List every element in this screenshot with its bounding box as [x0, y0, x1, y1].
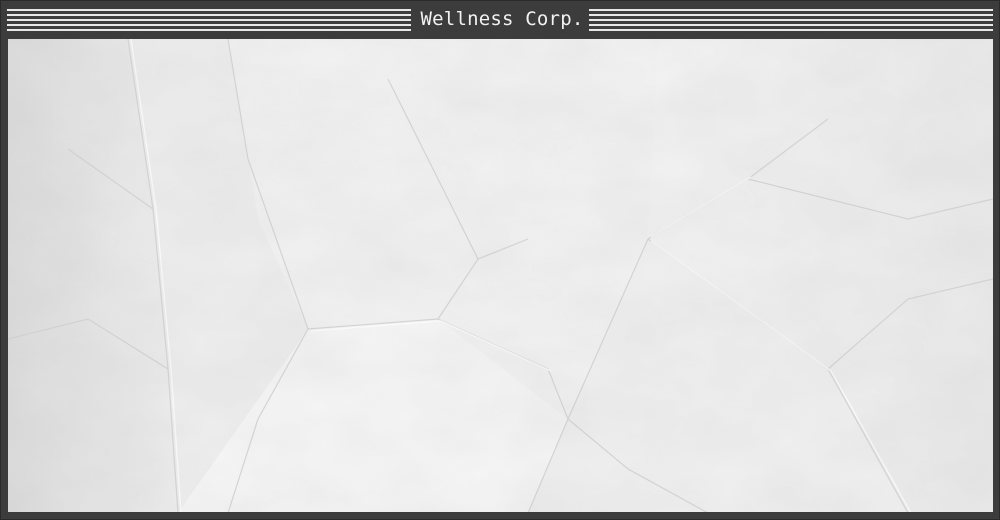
app-window: Wellness Corp. [0, 0, 1000, 520]
title-bar-stripes-right [589, 8, 994, 31]
content-area [8, 39, 993, 513]
window-title: Wellness Corp. [420, 8, 584, 30]
window-bottom-frame [1, 512, 999, 519]
crumpled-paper-background [8, 39, 993, 513]
title-bar-stripes-left [7, 8, 411, 31]
title-bar[interactable]: Wellness Corp. [1, 1, 999, 38]
